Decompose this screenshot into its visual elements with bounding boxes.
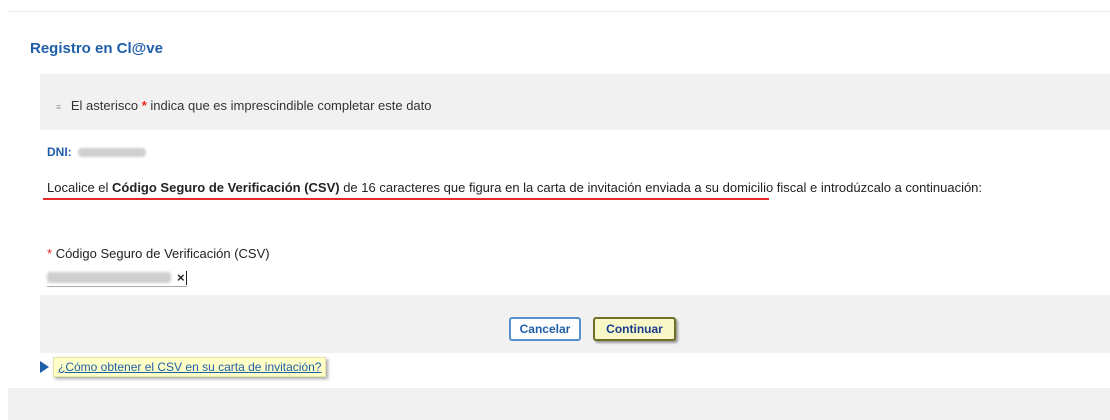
required-note: ≡ El asterisco * indica que es imprescin… xyxy=(56,98,432,113)
footer-band xyxy=(8,388,1110,420)
dni-label: DNI: xyxy=(47,145,72,159)
csv-value-redacted xyxy=(47,272,171,283)
triangle-right-icon xyxy=(40,361,49,373)
page-title: Registro en Cl@ve xyxy=(30,40,163,57)
instruction-part2: de 16 caracteres que figura en la carta … xyxy=(339,180,983,195)
csv-required-asterisk: * xyxy=(47,246,53,261)
csv-help-link[interactable]: ¿Cómo obtener el CSV en su carta de invi… xyxy=(53,357,327,377)
required-asterisk: * xyxy=(141,98,147,113)
clear-icon[interactable]: × xyxy=(177,270,185,285)
csv-field-label: * Código Seguro de Verificación (CSV) xyxy=(47,246,270,261)
csv-label-text: Código Seguro de Verificación (CSV) xyxy=(55,246,270,261)
form-area xyxy=(40,130,1110,294)
note-text-after: indica que es imprescindible completar e… xyxy=(150,98,432,113)
note-text-before: El asterisco xyxy=(70,98,139,113)
cancel-button[interactable]: Cancelar xyxy=(509,317,581,341)
highlight-underline xyxy=(43,198,769,200)
instruction-part1: Localice el xyxy=(47,180,113,195)
csv-input[interactable]: × xyxy=(47,269,187,287)
help-link-row: ¿Cómo obtener el CSV en su carta de invi… xyxy=(40,355,327,379)
instruction-text: Localice el Código Seguro de Verificació… xyxy=(47,177,1097,199)
continue-button[interactable]: Continuar xyxy=(593,317,676,341)
dni-value-redacted xyxy=(77,148,146,158)
text-caret xyxy=(186,271,187,285)
bullet-icon: ≡ xyxy=(56,101,62,112)
instruction-bold: Código Seguro de Verificación (CSV) xyxy=(112,180,340,195)
dni-row: DNI: xyxy=(47,145,146,159)
